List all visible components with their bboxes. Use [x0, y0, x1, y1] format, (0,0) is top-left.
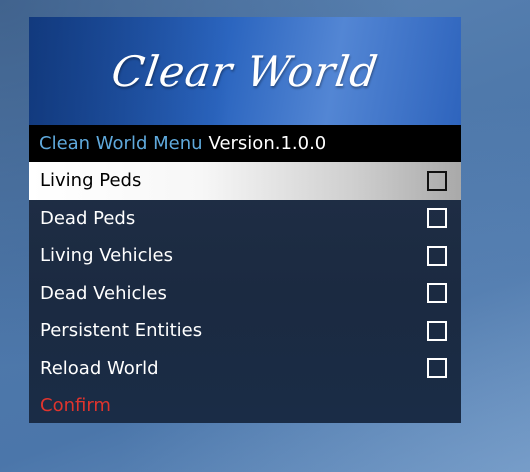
- confirm-button[interactable]: Confirm: [29, 387, 461, 425]
- menu-item-label: Dead Vehicles: [40, 282, 167, 304]
- menu-subtitle-name: Clean World Menu: [39, 133, 203, 154]
- menu-item-label: Persistent Entities: [40, 320, 203, 342]
- menu-item-label: Reload World: [40, 357, 159, 379]
- menu-item-living-peds[interactable]: Living Peds: [29, 162, 461, 200]
- checkbox-persistent-entities[interactable]: [427, 320, 447, 341]
- menu-title: Clear World: [108, 46, 382, 96]
- menu-banner: Clear World: [29, 17, 461, 125]
- menu-item-label: Dead Peds: [40, 207, 136, 229]
- menu-item-persistent-entities[interactable]: Persistent Entities: [29, 312, 461, 350]
- menu-subheader: Clean World Menu Version.1.0.0: [29, 125, 461, 162]
- checkbox-dead-vehicles[interactable]: [427, 283, 447, 304]
- checkbox-living-vehicles[interactable]: [427, 245, 447, 266]
- menu-item-label: Living Peds: [40, 170, 142, 192]
- menu-item-dead-vehicles[interactable]: Dead Vehicles: [29, 275, 461, 313]
- menu-item-label: Living Vehicles: [40, 245, 173, 267]
- clear-world-menu: Clear World Clean World Menu Version.1.0…: [29, 17, 461, 423]
- checkbox-dead-peds[interactable]: [427, 208, 447, 229]
- checkbox-reload-world[interactable]: [427, 358, 447, 379]
- menu-item-reload-world[interactable]: Reload World: [29, 350, 461, 388]
- menu-item-dead-peds[interactable]: Dead Peds: [29, 200, 461, 238]
- menu-item-living-vehicles[interactable]: Living Vehicles: [29, 237, 461, 275]
- menu-items: Living Peds Dead Peds Living Vehicles De…: [29, 162, 461, 423]
- checkbox-living-peds[interactable]: [427, 170, 447, 191]
- confirm-label: Confirm: [40, 395, 111, 417]
- menu-version: Version.1.0.0: [208, 133, 327, 154]
